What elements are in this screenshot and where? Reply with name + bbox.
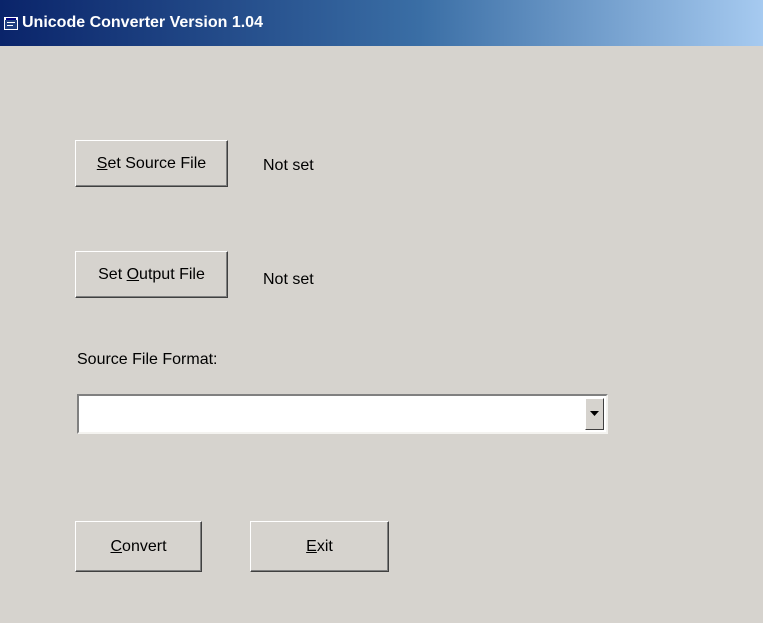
set-output-file-button[interactable]: Set Output File: [75, 251, 228, 298]
output-file-status: Not set: [263, 271, 314, 288]
source-file-format-dropdown[interactable]: [77, 394, 608, 434]
set-source-file-button[interactable]: Set Source File: [75, 140, 228, 187]
set-source-file-label: Set Source File: [96, 154, 207, 172]
application-icon: [4, 17, 18, 30]
convert-label: Convert: [110, 537, 167, 555]
source-file-status: Not set: [263, 157, 314, 174]
main-window: Unicode Converter Version 1.04 Set Sourc…: [0, 0, 763, 623]
dropdown-arrow-button[interactable]: [585, 398, 604, 430]
convert-button[interactable]: Convert: [75, 521, 202, 572]
title-bar[interactable]: Unicode Converter Version 1.04: [0, 0, 763, 46]
chevron-down-icon: [590, 411, 599, 416]
window-title: Unicode Converter Version 1.04: [22, 14, 263, 31]
set-output-file-label: Set Output File: [98, 265, 205, 283]
exit-label: Exit: [306, 537, 333, 555]
exit-button[interactable]: Exit: [250, 521, 389, 572]
source-file-format-label: Source File Format:: [77, 351, 218, 368]
